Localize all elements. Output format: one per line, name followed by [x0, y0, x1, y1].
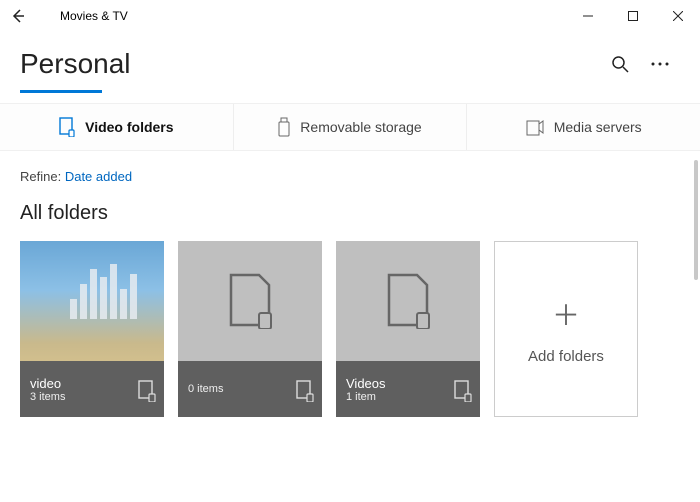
refine-dropdown[interactable]: Date added [65, 169, 132, 184]
active-tab-underline [20, 90, 102, 93]
folder-count: 1 item [346, 391, 470, 403]
tab-removable-storage[interactable]: Removable storage [234, 104, 468, 150]
tab-label: Video folders [85, 119, 173, 135]
file-icon [385, 273, 431, 329]
tab-bar: Video folders Removable storage Media se… [0, 103, 700, 151]
back-arrow-icon [10, 8, 26, 24]
more-button[interactable] [640, 44, 680, 84]
folder-name: Videos [346, 376, 470, 391]
ellipsis-icon [651, 62, 669, 66]
folder-tile[interactable]: Videos 1 item [336, 241, 480, 417]
video-badge-icon [296, 380, 314, 407]
folder-tile[interactable]: video 3 items [20, 241, 164, 417]
add-folders-button[interactable]: ＋ Add folders [494, 241, 638, 417]
folder-count: 0 items [188, 383, 312, 395]
tab-video-folders[interactable]: Video folders [0, 104, 234, 150]
usb-icon [278, 117, 290, 137]
plus-icon: ＋ [552, 294, 580, 334]
back-button[interactable] [10, 8, 38, 24]
page-title: Personal [20, 48, 131, 80]
search-button[interactable] [600, 44, 640, 84]
folder-count: 3 items [30, 391, 154, 403]
tab-label: Removable storage [300, 119, 421, 135]
folder-grid: video 3 items 0 items Vid [20, 241, 680, 417]
section-title: All folders [20, 202, 680, 225]
media-server-icon [526, 118, 544, 136]
close-icon [673, 11, 683, 21]
minimize-icon [583, 11, 593, 21]
maximize-button[interactable] [610, 0, 655, 32]
refine-row: Refine: Date added [20, 169, 680, 184]
search-icon [611, 55, 629, 73]
scrollbar[interactable] [694, 160, 698, 280]
folder-name: video [30, 376, 154, 391]
thumbnail-placeholder [336, 241, 480, 361]
tab-media-servers[interactable]: Media servers [467, 104, 700, 150]
file-icon [227, 273, 273, 329]
title-bar: Movies & TV [0, 0, 700, 32]
thumbnail-placeholder [178, 241, 322, 361]
content-area: Refine: Date added All folders video 3 i… [0, 151, 700, 417]
maximize-icon [628, 11, 638, 21]
video-badge-icon [454, 380, 472, 407]
app-title: Movies & TV [60, 9, 128, 23]
video-folder-icon [59, 117, 75, 137]
add-folders-label: Add folders [528, 348, 604, 365]
page-header: Personal [0, 32, 700, 84]
minimize-button[interactable] [565, 0, 610, 32]
video-badge-icon [138, 380, 156, 407]
tab-label: Media servers [554, 119, 642, 135]
thumbnail-image [70, 259, 150, 319]
refine-label: Refine: [20, 169, 61, 184]
close-button[interactable] [655, 0, 700, 32]
folder-tile[interactable]: 0 items [178, 241, 322, 417]
